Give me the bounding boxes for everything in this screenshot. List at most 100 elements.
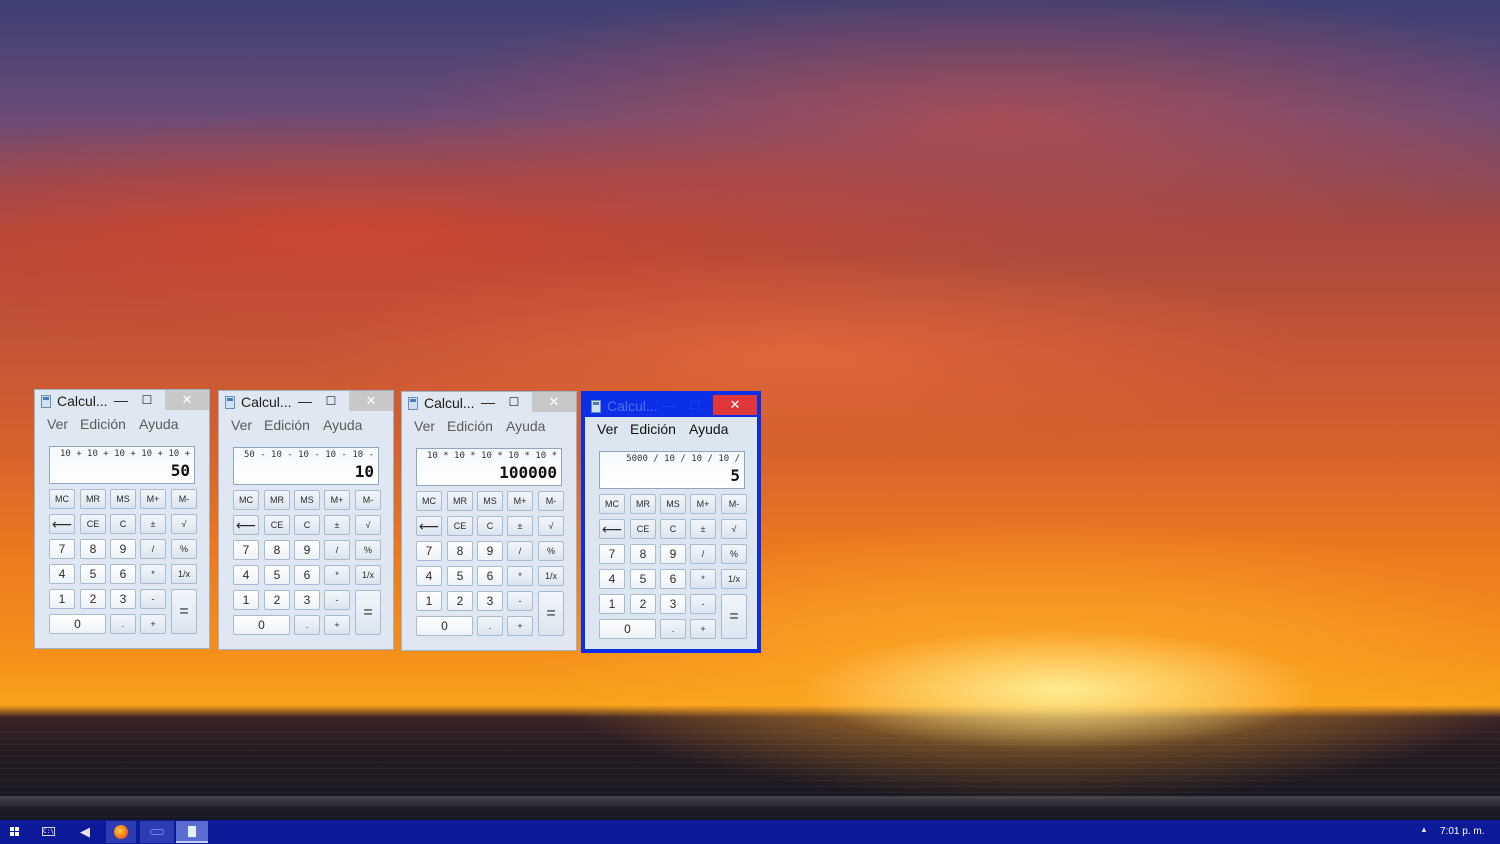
memory-clear-button[interactable]: MC [599, 494, 625, 514]
sound-icon[interactable]: ◀ [72, 821, 98, 843]
minimize-button[interactable]: — [476, 392, 500, 412]
menu-edicion[interactable]: Edición [80, 416, 126, 432]
decimal-button[interactable]: . [660, 619, 686, 639]
subtract-button[interactable]: - [507, 591, 533, 611]
memory-recall-button[interactable]: MR [264, 490, 290, 510]
taskbar-firefox-button[interactable] [106, 821, 136, 843]
clear-entry-button[interactable]: CE [630, 519, 656, 539]
minimize-button[interactable]: — [657, 395, 681, 415]
memory-store-button[interactable]: MS [660, 494, 686, 514]
divide-button[interactable]: / [324, 540, 350, 560]
square-root-button[interactable]: √ [355, 515, 381, 535]
equals-button[interactable]: = [538, 591, 564, 636]
menu-ver[interactable]: Ver [597, 421, 618, 437]
backspace-button[interactable]: ⟵ [599, 519, 625, 539]
square-root-button[interactable]: √ [721, 519, 747, 539]
divide-button[interactable]: / [690, 544, 716, 564]
digit-3-button[interactable]: 3 [294, 590, 320, 610]
clear-entry-button[interactable]: CE [80, 514, 106, 534]
digit-8-button[interactable]: 8 [264, 540, 290, 560]
memory-store-button[interactable]: MS [294, 490, 320, 510]
digit-1-button[interactable]: 1 [233, 590, 259, 610]
digit-7-button[interactable]: 7 [49, 539, 75, 559]
digit-6-button[interactable]: 6 [477, 566, 503, 586]
title-bar[interactable]: Calcul... — ☐ ✕ [585, 395, 757, 417]
digit-7-button[interactable]: 7 [233, 540, 259, 560]
digit-6-button[interactable]: 6 [110, 564, 136, 584]
backspace-button[interactable]: ⟵ [416, 516, 442, 536]
memory-clear-button[interactable]: MC [49, 489, 75, 509]
taskbar-cmd-button[interactable]: C:\ [36, 821, 62, 843]
digit-0-button[interactable]: 0 [416, 616, 473, 636]
memory-subtract-button[interactable]: M- [171, 489, 197, 509]
digit-3-button[interactable]: 3 [660, 594, 686, 614]
taskbar-remote-button[interactable] [140, 821, 174, 843]
divide-button[interactable]: / [140, 539, 166, 559]
menu-edicion[interactable]: Edición [447, 418, 493, 434]
title-bar[interactable]: Calcul... — ☐ ✕ [402, 392, 576, 414]
square-root-button[interactable]: √ [171, 514, 197, 534]
digit-9-button[interactable]: 9 [110, 539, 136, 559]
multiply-button[interactable]: * [140, 564, 166, 584]
multiply-button[interactable]: * [690, 569, 716, 589]
calculator-window-3[interactable]: Calcul... — ☐ ✕ Ver Edición Ayuda 10 * 10 * 10 … [401, 391, 577, 651]
equals-button[interactable]: = [721, 594, 747, 639]
menu-ver[interactable]: Ver [47, 416, 68, 432]
decimal-button[interactable]: . [110, 614, 136, 634]
calculator-window-1[interactable]: Calcul... — ☐ ✕ Ver Edición Ayuda 10 + 10 + 10 … [34, 389, 210, 649]
backspace-button[interactable]: ⟵ [49, 514, 75, 534]
percent-button[interactable]: % [171, 539, 197, 559]
digit-9-button[interactable]: 9 [477, 541, 503, 561]
digit-0-button[interactable]: 0 [49, 614, 106, 634]
digit-2-button[interactable]: 2 [264, 590, 290, 610]
start-button[interactable] [0, 821, 30, 843]
digit-5-button[interactable]: 5 [447, 566, 473, 586]
memory-recall-button[interactable]: MR [447, 491, 473, 511]
clear-entry-button[interactable]: CE [264, 515, 290, 535]
digit-8-button[interactable]: 8 [447, 541, 473, 561]
maximize-button[interactable]: ☐ [135, 390, 159, 410]
digit-4-button[interactable]: 4 [49, 564, 75, 584]
memory-recall-button[interactable]: MR [80, 489, 106, 509]
close-button[interactable]: ✕ [532, 392, 576, 412]
negate-button[interactable]: ± [690, 519, 716, 539]
digit-4-button[interactable]: 4 [599, 569, 625, 589]
digit-7-button[interactable]: 7 [416, 541, 442, 561]
add-button[interactable]: + [140, 614, 166, 634]
subtract-button[interactable]: - [690, 594, 716, 614]
digit-5-button[interactable]: 5 [264, 565, 290, 585]
close-button[interactable]: ✕ [349, 391, 393, 411]
digit-4-button[interactable]: 4 [233, 565, 259, 585]
digit-3-button[interactable]: 3 [110, 589, 136, 609]
memory-clear-button[interactable]: MC [233, 490, 259, 510]
negate-button[interactable]: ± [140, 514, 166, 534]
menu-ayuda[interactable]: Ayuda [139, 416, 178, 432]
close-button[interactable]: ✕ [713, 395, 757, 415]
memory-subtract-button[interactable]: M- [538, 491, 564, 511]
minimize-button[interactable]: — [293, 391, 317, 411]
digit-0-button[interactable]: 0 [233, 615, 290, 635]
percent-button[interactable]: % [538, 541, 564, 561]
memory-add-button[interactable]: M+ [507, 491, 533, 511]
clear-button[interactable]: C [660, 519, 686, 539]
digit-2-button[interactable]: 2 [447, 591, 473, 611]
add-button[interactable]: + [324, 615, 350, 635]
tray-arrow-icon[interactable]: ▲ [1420, 825, 1428, 834]
memory-recall-button[interactable]: MR [630, 494, 656, 514]
memory-store-button[interactable]: MS [110, 489, 136, 509]
digit-3-button[interactable]: 3 [477, 591, 503, 611]
add-button[interactable]: + [507, 616, 533, 636]
memory-subtract-button[interactable]: M- [355, 490, 381, 510]
digit-8-button[interactable]: 8 [630, 544, 656, 564]
digit-6-button[interactable]: 6 [660, 569, 686, 589]
menu-ayuda[interactable]: Ayuda [506, 418, 545, 434]
memory-add-button[interactable]: M+ [140, 489, 166, 509]
digit-9-button[interactable]: 9 [660, 544, 686, 564]
digit-0-button[interactable]: 0 [599, 619, 656, 639]
digit-7-button[interactable]: 7 [599, 544, 625, 564]
multiply-button[interactable]: * [507, 566, 533, 586]
memory-clear-button[interactable]: MC [416, 491, 442, 511]
decimal-button[interactable]: . [477, 616, 503, 636]
equals-button[interactable]: = [171, 589, 197, 634]
reciprocal-button[interactable]: 1/x [721, 569, 747, 589]
